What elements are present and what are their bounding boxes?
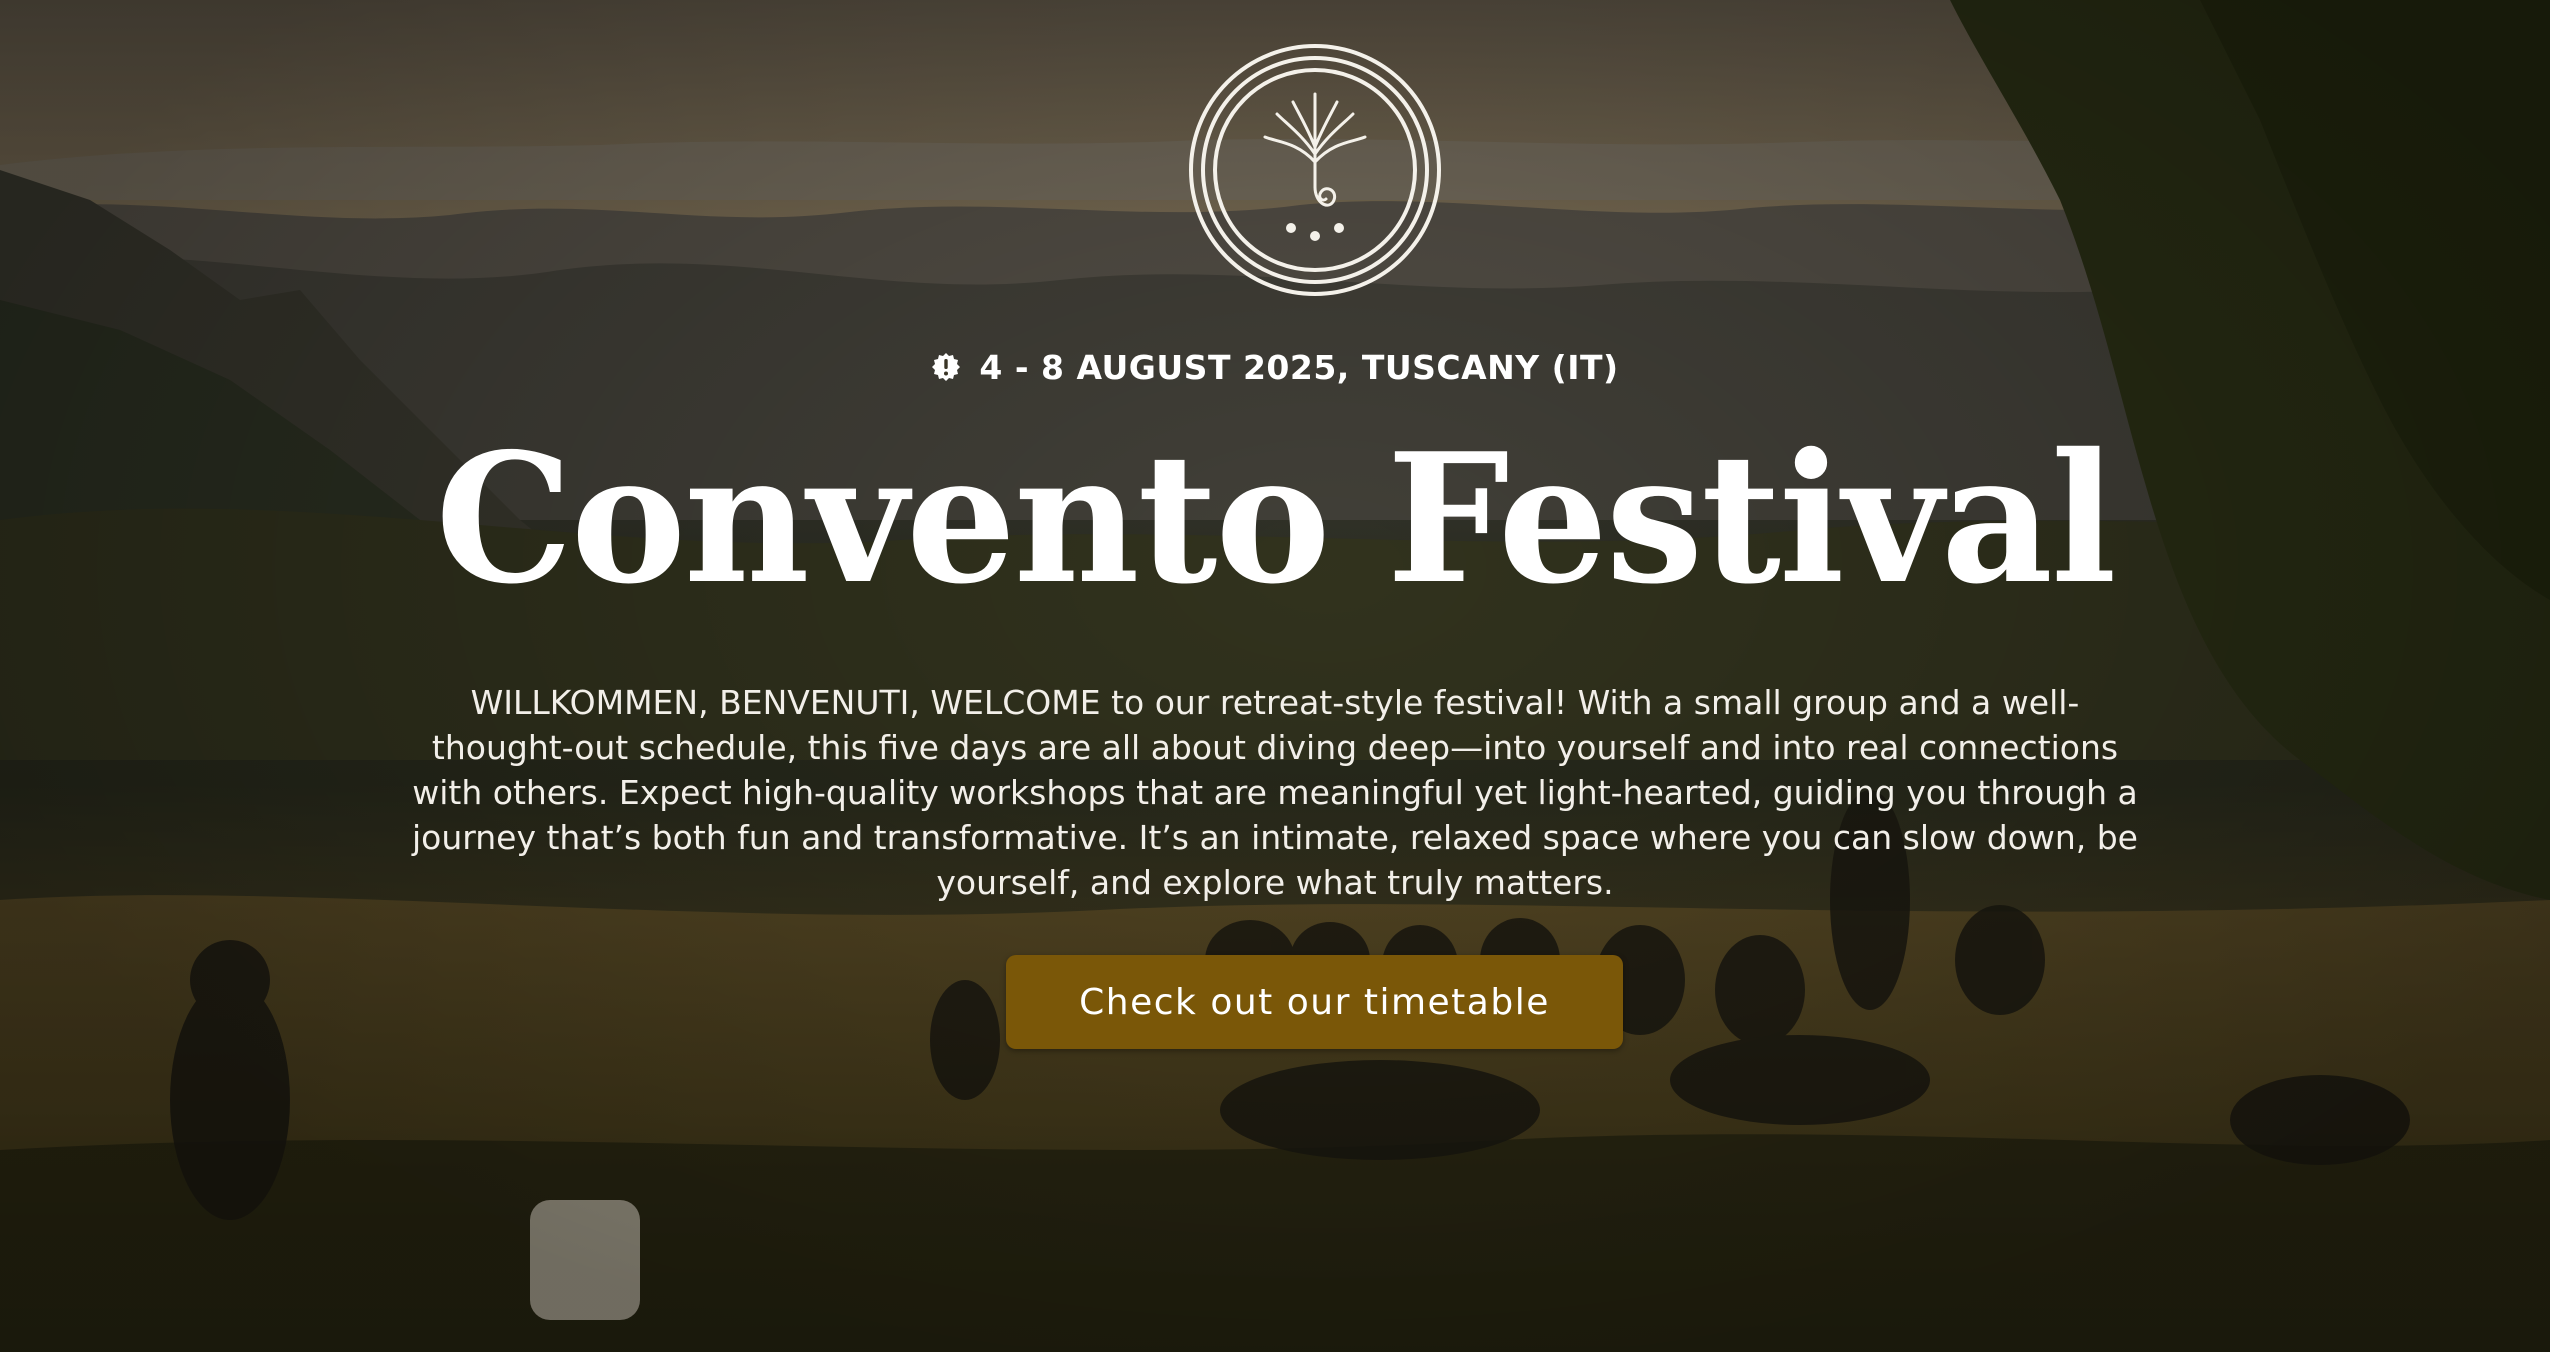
festival-title: Convento Festival — [435, 414, 2116, 623]
hero-section: 4 - 8 AUGUST 2025, TUSCANY (IT) Convento… — [0, 0, 2550, 1352]
festival-logo[interactable] — [1187, 42, 1443, 298]
festival-intro-text: WILLKOMMEN, BENVENUTI, WELCOME to our re… — [412, 683, 2138, 902]
hero-content: 4 - 8 AUGUST 2025, TUSCANY (IT) Convento… — [0, 0, 2550, 1352]
timetable-button[interactable]: Check out our timetable — [1006, 955, 1623, 1049]
alert-badge-icon — [932, 353, 961, 381]
plant-spiral-emblem-icon — [1263, 92, 1367, 207]
event-date-location: 4 - 8 AUGUST 2025, TUSCANY (IT) — [0, 348, 2550, 387]
event-dateline-text: 4 - 8 AUGUST 2025, TUSCANY (IT) — [979, 348, 1619, 387]
